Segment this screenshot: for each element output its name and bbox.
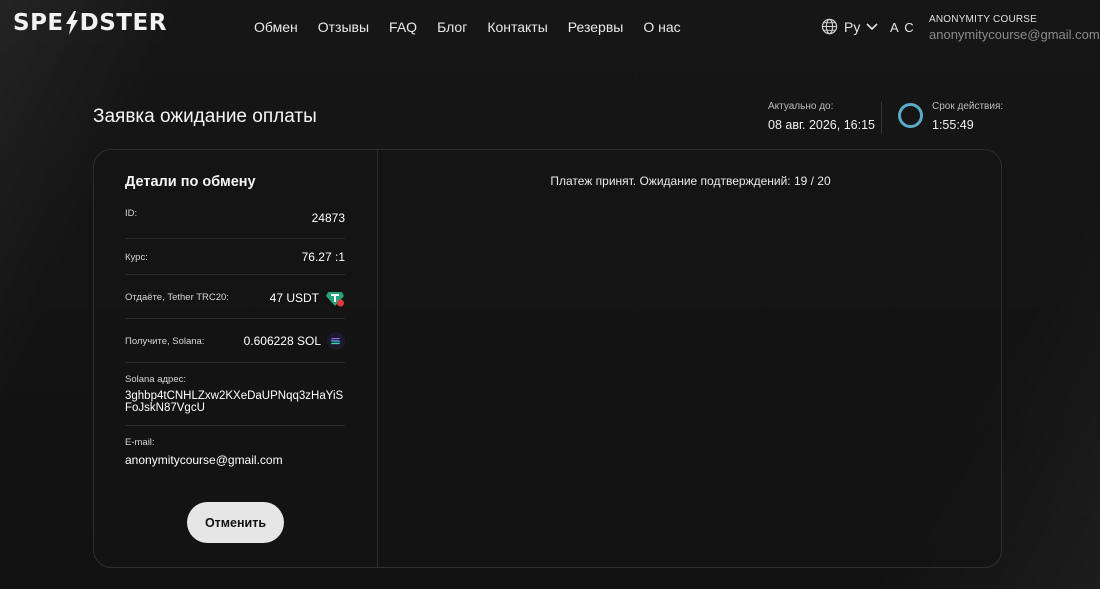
detail-row-give: Отдаёте, Tether TRC20: 47 USDT (125, 275, 345, 319)
page-title: Заявка ожидание оплаты (93, 106, 317, 127)
get-value: 0.606228 SOL (243, 334, 321, 348)
address-value: 3ghbp4tCNHLZxw2KXeDaUPNqq3zHaYiSFoJskN87… (125, 390, 344, 414)
nav-reserves[interactable]: Резервы (568, 19, 624, 35)
nav-reviews[interactable]: Отзывы (318, 19, 369, 35)
tether-icon (326, 292, 344, 307)
detail-row-rate: Курс: 76.27 :1 (125, 239, 345, 275)
nav-faq[interactable]: FAQ (389, 19, 417, 35)
chevron-down-icon (866, 22, 878, 30)
rate-value: 76.27 :1 (301, 250, 345, 264)
get-value-group: 0.606228 SOL (244, 332, 345, 350)
actual-until: Актуально до: 08 авг. 2026, 16:15 (768, 101, 875, 132)
get-label: Получите, Solana: (125, 336, 205, 347)
give-value: 47 USDT (269, 291, 319, 305)
email-label: E-mail: (125, 437, 155, 448)
give-value-group: 47 USDT (270, 288, 345, 308)
language-label: Ру (844, 18, 861, 35)
validity-term-value: 1:55:49 (932, 118, 974, 132)
header: SPE DSTER Обмен Отзывы FAQ Блог Контакты… (0, 0, 1100, 56)
payment-status: Платеж принят. Ожидание подтверждений: 1… (550, 174, 831, 188)
user-name: ANONYMITY COURSE (929, 14, 1038, 25)
main-nav: Обмен Отзывы FAQ Блог Контакты Резервы О… (254, 19, 681, 35)
logo-text-right: DSTER (79, 10, 167, 36)
solana-icon (327, 332, 345, 350)
id-value: 24873 (311, 211, 345, 225)
divider (881, 102, 882, 134)
email-value: anonymitycourse@gmail.com (125, 453, 283, 467)
nav-exchange[interactable]: Обмен (254, 19, 298, 35)
user-initials[interactable]: А С (890, 20, 915, 35)
bolt-icon (65, 11, 78, 35)
order-card: Детали по обмену ID: 24873 Курс: 76.27 :… (93, 149, 1002, 568)
user-email: anonymitycourse@gmail.com (929, 27, 1100, 42)
nav-contacts[interactable]: Контакты (487, 19, 547, 35)
globe-icon (821, 18, 838, 35)
id-label: ID: (125, 208, 138, 219)
details-title: Детали по обмену (125, 174, 256, 190)
nav-blog[interactable]: Блог (437, 19, 467, 35)
address-label: Solana адрес: (125, 374, 187, 385)
cancel-button[interactable]: Отменить (187, 502, 284, 543)
validity-term-label: Срок действия: (932, 101, 1004, 112)
divider (125, 425, 345, 426)
detail-row-get: Получите, Solana: 0.606228 SOL (125, 319, 345, 363)
actual-until-label: Актуально до: (768, 101, 834, 112)
user-info[interactable]: ANONYMITY COURSE anonymitycourse@gmail.c… (929, 14, 1100, 42)
details-panel: Детали по обмену ID: 24873 Курс: 76.27 :… (94, 150, 378, 567)
timer-ring-icon (898, 103, 923, 128)
actual-until-value: 08 авг. 2026, 16:15 (768, 118, 875, 132)
give-label: Отдаёте, Tether TRC20: (125, 292, 229, 303)
validity-term: Срок действия: 1:55:49 (932, 101, 1003, 132)
logo-text-left: SPE (13, 10, 64, 36)
rate-label: Курс: (125, 252, 148, 263)
detail-row-id: ID: 24873 (125, 206, 345, 239)
language-selector[interactable]: Ру (821, 18, 878, 35)
logo[interactable]: SPE DSTER (13, 10, 167, 36)
nav-about[interactable]: О нас (643, 19, 680, 35)
